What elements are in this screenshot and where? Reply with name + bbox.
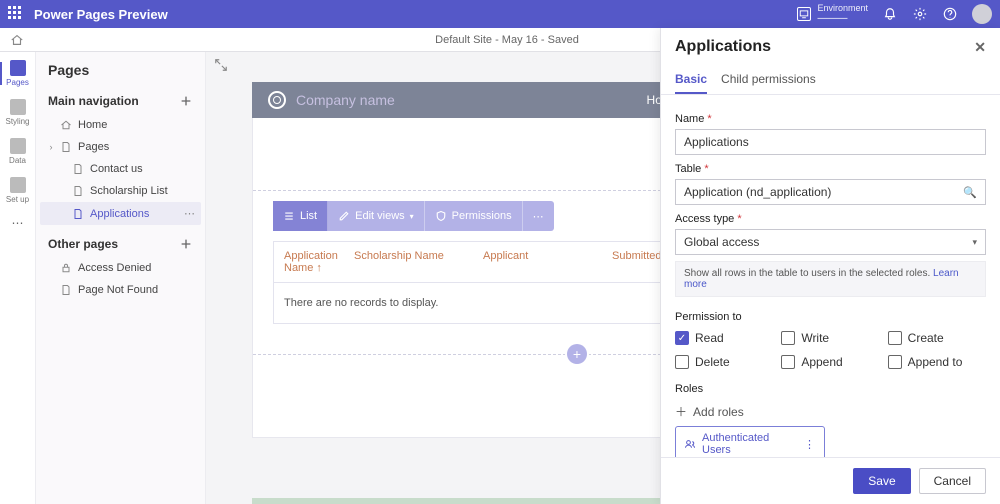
- expand-icon[interactable]: ›: [46, 142, 56, 152]
- col-scholarship-name[interactable]: Scholarship Name: [354, 250, 483, 274]
- role-authenticated-users[interactable]: Authenticated Users ⋮: [675, 426, 825, 457]
- add-main-page-icon[interactable]: [179, 94, 193, 108]
- roles-label: Roles: [675, 383, 986, 395]
- toolbar-more-button[interactable]: ⋯: [523, 201, 554, 231]
- environment-name: ———: [817, 13, 847, 24]
- access-type-label: Access type: [675, 213, 986, 225]
- notifications-icon[interactable]: [882, 6, 898, 22]
- expand-canvas-icon[interactable]: [214, 58, 228, 72]
- add-other-page-icon[interactable]: [179, 237, 193, 251]
- perm-write[interactable]: Write: [781, 331, 879, 345]
- add-roles-button[interactable]: ＋ Add roles: [675, 403, 986, 420]
- close-icon[interactable]: ✕: [974, 39, 986, 56]
- main-navigation-label: Main navigation: [48, 94, 139, 108]
- pages-panel-title: Pages: [36, 52, 205, 88]
- tree-item-contact-us[interactable]: Contact us: [40, 158, 201, 180]
- rail-setup[interactable]: Set up: [0, 173, 36, 208]
- site-logo-icon[interactable]: [268, 91, 286, 109]
- perm-create[interactable]: Create: [888, 331, 986, 345]
- checkbox-icon: [888, 355, 902, 369]
- environment-picker[interactable]: Environment ———: [797, 4, 868, 25]
- search-icon: 🔍: [963, 186, 977, 199]
- permissions-panel: Applications ✕ Basic Child permissions N…: [660, 28, 1000, 504]
- tree-item-more-icon[interactable]: ⋯: [184, 207, 195, 220]
- tree-item-scholarship-list[interactable]: Scholarship List: [40, 180, 201, 202]
- page-icon: [72, 208, 84, 220]
- table-label: Table: [675, 163, 986, 175]
- tree-item-access-denied[interactable]: Access Denied: [40, 257, 201, 279]
- save-button[interactable]: Save: [853, 468, 910, 494]
- page-icon: [72, 163, 84, 175]
- chevron-down-icon: ▾: [410, 212, 414, 221]
- roles-icon: [684, 438, 696, 450]
- col-applicant[interactable]: Applicant: [483, 250, 612, 274]
- checkbox-icon: [675, 355, 689, 369]
- access-info: Show all rows in the table to users in t…: [675, 261, 986, 297]
- perm-append[interactable]: Append: [781, 355, 879, 369]
- help-icon[interactable]: [942, 6, 958, 22]
- list-toolbar: List Edit views ▾ Permissions ⋯: [273, 201, 554, 231]
- perm-read[interactable]: ✓Read: [675, 331, 773, 345]
- settings-icon[interactable]: [912, 6, 928, 22]
- tab-child-permissions[interactable]: Child permissions: [721, 66, 816, 94]
- chevron-down-icon: ▾: [972, 237, 977, 248]
- add-section-button[interactable]: +: [567, 344, 587, 364]
- plus-icon: ＋: [675, 403, 687, 420]
- company-name[interactable]: Company name: [296, 92, 395, 108]
- home-page-icon: [60, 119, 72, 131]
- col-application-name[interactable]: Application Name ↑: [284, 250, 354, 274]
- rail-more-icon[interactable]: ⋯: [12, 216, 24, 230]
- toolbar-edit-views-button[interactable]: Edit views ▾: [328, 201, 425, 231]
- tree-item-page-not-found[interactable]: Page Not Found: [40, 279, 201, 301]
- product-name: Power Pages Preview: [34, 7, 168, 22]
- checkbox-icon: [781, 331, 795, 345]
- global-header: Power Pages Preview Environment ———: [0, 0, 1000, 28]
- checkbox-checked-icon: ✓: [675, 331, 689, 345]
- styling-icon: [10, 99, 26, 115]
- environment-icon: [797, 7, 811, 21]
- rail-pages[interactable]: Pages: [0, 56, 36, 91]
- user-avatar[interactable]: [972, 4, 992, 24]
- rail-styling[interactable]: Styling: [0, 95, 36, 130]
- page-icon: [72, 185, 84, 197]
- name-input[interactable]: [675, 129, 986, 155]
- home-icon[interactable]: [10, 33, 24, 47]
- pages-panel: Pages Main navigation Home › Pages Conta…: [36, 52, 206, 504]
- panel-title: Applications: [675, 38, 771, 56]
- page-icon: [60, 141, 72, 153]
- tree-item-home[interactable]: Home: [40, 114, 201, 136]
- environment-label: Environment: [817, 4, 868, 14]
- tree-item-applications[interactable]: Applications ⋯: [40, 202, 201, 225]
- checkbox-icon: [888, 331, 902, 345]
- perm-append-to[interactable]: Append to: [888, 355, 986, 369]
- pages-icon: [10, 60, 26, 76]
- app-launcher-icon[interactable]: [8, 6, 24, 22]
- tree-item-pages[interactable]: › Pages: [40, 136, 201, 158]
- ellipsis-icon: ⋯: [533, 210, 544, 223]
- table-lookup[interactable]: Application (nd_application) 🔍: [675, 179, 986, 205]
- lock-icon: [60, 262, 72, 274]
- other-pages-label: Other pages: [48, 237, 118, 251]
- setup-icon: [10, 177, 26, 193]
- access-type-select[interactable]: Global access ▾: [675, 229, 986, 255]
- tab-basic[interactable]: Basic: [675, 66, 707, 94]
- cancel-button[interactable]: Cancel: [919, 468, 986, 494]
- rail-data[interactable]: Data: [0, 134, 36, 169]
- site-saved-status: Default Site - May 16 - Saved: [435, 34, 579, 46]
- page-icon: [60, 284, 72, 296]
- shield-icon: [435, 210, 447, 222]
- permission-to-label: Permission to: [675, 311, 986, 323]
- name-label: Name: [675, 113, 986, 125]
- toolbar-permissions-button[interactable]: Permissions: [425, 201, 523, 231]
- data-icon: [10, 138, 26, 154]
- sort-asc-icon: ↑: [316, 262, 322, 274]
- edit-icon: [338, 210, 350, 222]
- checkbox-icon: [781, 355, 795, 369]
- left-rail: Pages Styling Data Set up ⋯: [0, 52, 36, 504]
- toolbar-list-button[interactable]: List: [273, 201, 328, 231]
- list-icon: [283, 210, 295, 222]
- role-more-icon[interactable]: ⋮: [804, 438, 816, 451]
- perm-delete[interactable]: Delete: [675, 355, 773, 369]
